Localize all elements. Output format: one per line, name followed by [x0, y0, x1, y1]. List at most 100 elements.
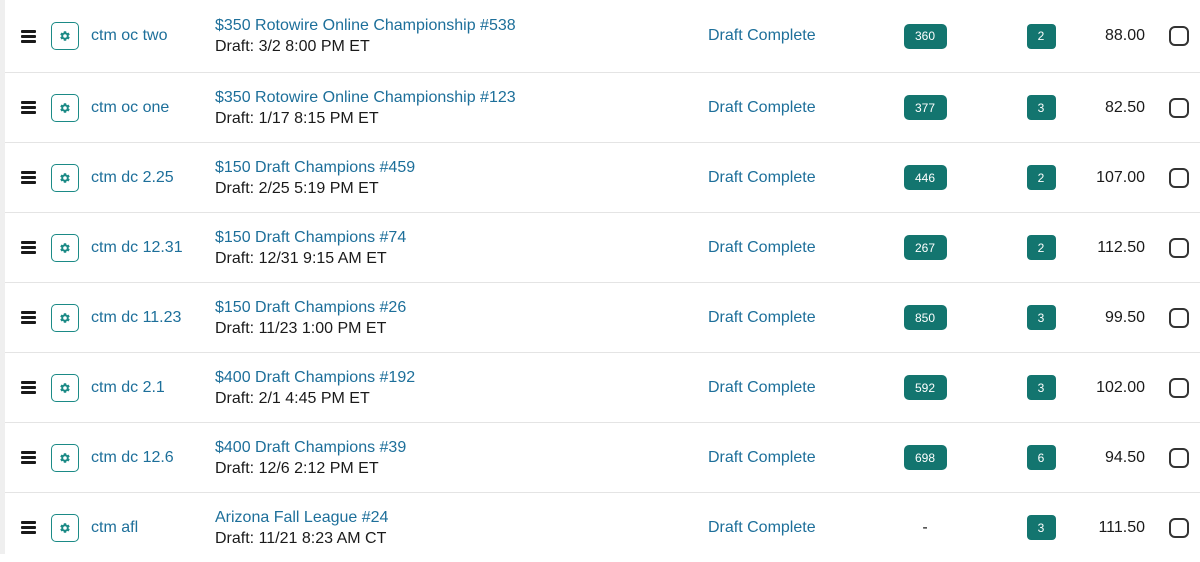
count-badge: 2 [1026, 235, 1056, 260]
team-name-link[interactable]: ctm dc 2.25 [91, 143, 211, 212]
draft-time: Draft: 11/23 1:00 PM ET [215, 319, 387, 337]
score-value: 107.00 [1096, 168, 1145, 186]
count-cell: 3 [1023, 283, 1059, 352]
settings-button[interactable] [51, 513, 79, 542]
rank-badge: 592 [903, 375, 947, 400]
count-cell: 2 [1023, 0, 1059, 72]
drag-handle[interactable] [17, 213, 39, 282]
hamburger-drag-icon [20, 241, 36, 254]
settings-button[interactable] [51, 303, 79, 332]
rank-badge: 850 [903, 305, 947, 330]
hamburger-drag-icon [20, 171, 36, 184]
rank-cell: 377 [895, 73, 955, 142]
row-select-checkbox[interactable] [1169, 167, 1189, 188]
contest-title-link[interactable]: $150 Draft Champions #459 [215, 157, 415, 178]
draft-time: Draft: 11/21 8:23 AM CT [215, 529, 387, 547]
draft-time: Draft: 1/17 8:15 PM ET [215, 109, 379, 127]
table-row: ctm dc 12.6 $400 Draft Champions #39 Dra… [5, 423, 1200, 493]
team-name-link[interactable]: ctm dc 2.1 [91, 353, 211, 422]
settings-button[interactable] [51, 233, 79, 262]
table-row: ctm dc 2.1 $400 Draft Champions #192 Dra… [5, 353, 1200, 423]
team-name-link[interactable]: ctm dc 12.6 [91, 423, 211, 492]
hamburger-drag-icon [20, 381, 36, 394]
draft-status-link[interactable]: Draft Complete [708, 73, 868, 142]
team-name-link[interactable]: ctm oc two [91, 0, 211, 72]
row-select-checkbox[interactable] [1169, 97, 1189, 118]
table-row: ctm afl Arizona Fall League #24 Draft: 1… [5, 493, 1200, 562]
hamburger-drag-icon [20, 451, 36, 464]
contest-title-link[interactable]: Arizona Fall League #24 [215, 507, 388, 528]
drag-handle[interactable] [17, 353, 39, 422]
gear-icon [60, 242, 70, 253]
rank-cell: 698 [895, 423, 955, 492]
settings-button[interactable] [51, 443, 79, 472]
rank-badge: 377 [903, 95, 947, 120]
settings-button[interactable] [51, 163, 79, 192]
contest-info: $150 Draft Champions #26 Draft: 11/23 1:… [215, 283, 655, 352]
row-select-checkbox[interactable] [1169, 307, 1189, 328]
count-badge: 6 [1026, 445, 1056, 470]
rank-cell: 592 [895, 353, 955, 422]
count-badge: 3 [1026, 515, 1056, 540]
table-row: ctm oc one $350 Rotowire Online Champion… [5, 73, 1200, 143]
count-cell: 2 [1023, 143, 1059, 212]
team-name-link[interactable]: ctm oc one [91, 73, 211, 142]
settings-button[interactable] [51, 373, 79, 402]
rank-cell: 267 [895, 213, 955, 282]
contest-title-link[interactable]: $150 Draft Champions #26 [215, 297, 406, 318]
draft-status-link[interactable]: Draft Complete [708, 0, 868, 72]
drag-handle[interactable] [17, 73, 39, 142]
drag-handle[interactable] [17, 0, 39, 72]
hamburger-drag-icon [20, 521, 36, 534]
team-name-link[interactable]: ctm afl [91, 493, 211, 562]
row-select-checkbox[interactable] [1169, 237, 1189, 258]
draft-status-link[interactable]: Draft Complete [708, 143, 868, 212]
count-cell: 3 [1023, 493, 1059, 562]
drag-handle[interactable] [17, 143, 39, 212]
team-name-link[interactable]: ctm dc 12.31 [91, 213, 211, 282]
draft-status-link[interactable]: Draft Complete [708, 353, 868, 422]
gear-icon [60, 31, 70, 41]
drag-handle[interactable] [17, 423, 39, 492]
row-select-checkbox[interactable] [1169, 26, 1189, 46]
rank-cell: 850 [895, 283, 955, 352]
team-name-link[interactable]: ctm dc 11.23 [91, 283, 211, 352]
table-row: ctm dc 2.25 $150 Draft Champions #459 Dr… [5, 143, 1200, 213]
contest-title-link[interactable]: $400 Draft Champions #39 [215, 437, 406, 458]
count-badge: 2 [1026, 23, 1056, 49]
count-badge: 3 [1026, 305, 1056, 330]
draft-status-link[interactable]: Draft Complete [708, 423, 868, 492]
contest-title-link[interactable]: $350 Rotowire Online Championship #538 [215, 15, 516, 36]
contest-info: $150 Draft Champions #74 Draft: 12/31 9:… [215, 213, 655, 282]
settings-button[interactable] [51, 93, 79, 122]
draft-status-link[interactable]: Draft Complete [708, 283, 868, 352]
contest-info: $150 Draft Champions #459 Draft: 2/25 5:… [215, 143, 655, 212]
count-cell: 3 [1023, 73, 1059, 142]
draft-time: Draft: 12/6 2:12 PM ET [215, 459, 379, 477]
row-select-checkbox[interactable] [1169, 447, 1189, 468]
rank-cell: 360 [895, 0, 955, 72]
gear-icon [60, 312, 70, 323]
contest-info: $400 Draft Champions #39 Draft: 12/6 2:1… [215, 423, 655, 492]
draft-status-link[interactable]: Draft Complete [708, 213, 868, 282]
row-select-checkbox[interactable] [1169, 517, 1189, 538]
rank-badge: 360 [903, 23, 947, 49]
contest-title-link[interactable]: $400 Draft Champions #192 [215, 367, 415, 388]
count-cell: 3 [1023, 353, 1059, 422]
draft-time: Draft: 2/25 5:19 PM ET [215, 179, 379, 197]
contest-title-link[interactable]: $350 Rotowire Online Championship #123 [215, 87, 516, 108]
row-select-checkbox[interactable] [1169, 377, 1189, 398]
table-row: ctm dc 12.31 $150 Draft Champions #74 Dr… [5, 213, 1200, 283]
contest-title-link[interactable]: $150 Draft Champions #74 [215, 227, 406, 248]
gear-icon [60, 102, 70, 113]
score-value: 111.50 [1098, 518, 1145, 536]
drag-handle[interactable] [17, 493, 39, 562]
draft-time: Draft: 12/31 9:15 AM ET [215, 249, 387, 267]
rank-badge: 267 [903, 235, 947, 260]
drag-handle[interactable] [17, 283, 39, 352]
rank-badge: 698 [903, 445, 947, 470]
draft-status-link[interactable]: Draft Complete [708, 493, 868, 562]
settings-button[interactable] [51, 22, 79, 50]
table-row: ctm oc two $350 Rotowire Online Champion… [5, 0, 1200, 73]
gear-icon [60, 522, 70, 533]
